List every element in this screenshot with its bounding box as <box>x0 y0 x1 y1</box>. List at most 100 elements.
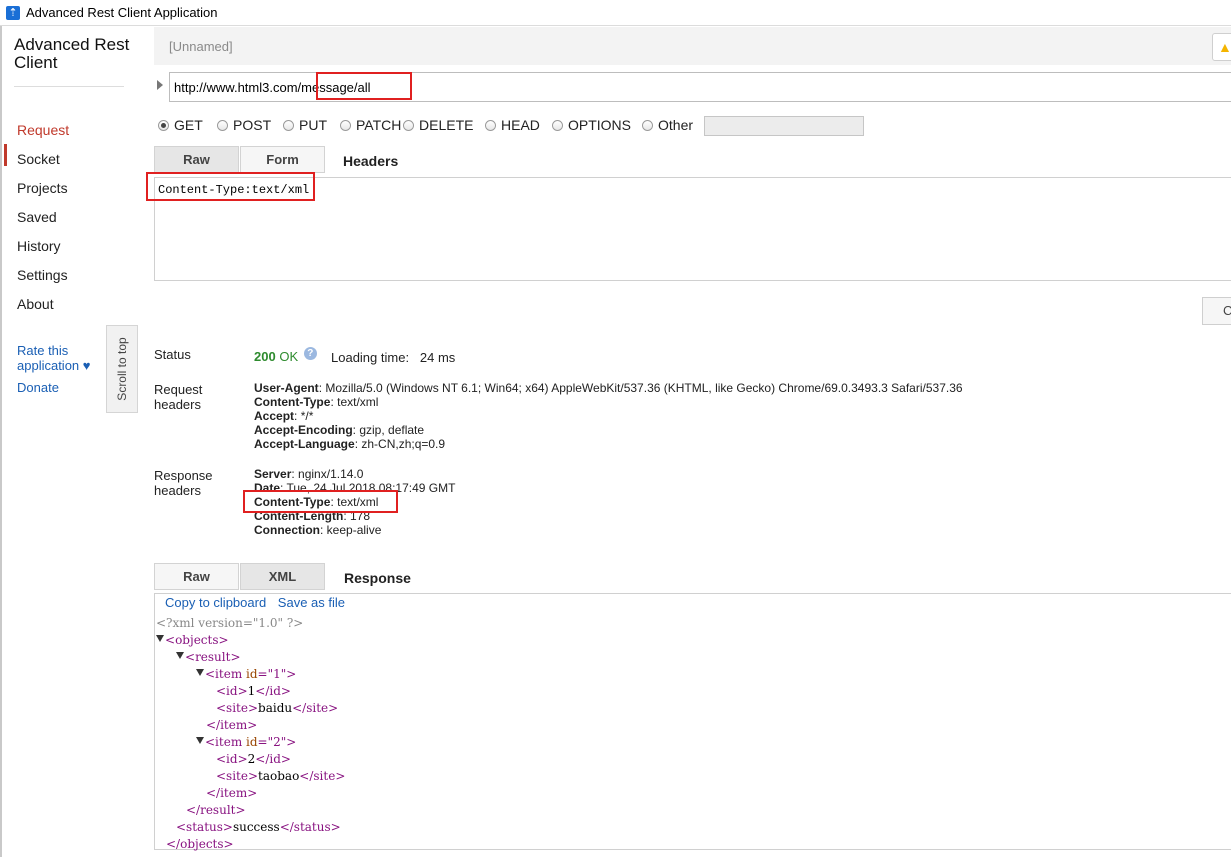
tab-xml[interactable]: XML <box>240 563 325 590</box>
donate-link[interactable]: Donate <box>17 380 59 395</box>
headers-tabs: Raw Form <box>154 146 325 173</box>
method-label: HEAD <box>501 117 540 133</box>
method-label: GET <box>174 117 203 133</box>
header-name: Content-Length <box>254 509 344 523</box>
loading-time-value: 24 ms <box>419 350 456 365</box>
xml-attr-value: 2 <box>273 735 281 749</box>
method-label: POST <box>233 117 272 133</box>
header-name: Accept-Language <box>254 437 355 451</box>
divider <box>14 86 124 87</box>
response-heading: Response <box>344 570 411 586</box>
sidebar: Advanced Rest Client Request Socket Proj… <box>2 26 140 857</box>
collapse-triangle-icon[interactable] <box>156 635 164 642</box>
radio-button[interactable] <box>283 119 294 131</box>
request-name[interactable]: [Unnamed] <box>169 39 233 54</box>
url-input[interactable] <box>169 72 1231 102</box>
tab-raw[interactable]: Raw <box>154 146 239 173</box>
header-value: Tue, 24 Jul 2018 08:17:49 GMT <box>286 481 456 495</box>
radio-button[interactable] <box>217 119 228 131</box>
radio-button[interactable] <box>642 119 653 131</box>
header-row: Server: nginx/1.14.0 <box>254 467 364 481</box>
xml-node-result-close: </result> <box>186 803 246 817</box>
xml-declaration: <?xml version="1.0" ?> <box>156 616 304 630</box>
header-row: Content-Length: 178 <box>254 509 371 523</box>
response-actions: Copy to clipboard Save as file <box>165 595 353 610</box>
sidebar-item-saved[interactable]: Saved <box>17 209 57 225</box>
header-row: Date: Tue, 24 Jul 2018 08:17:49 GMT <box>254 481 456 495</box>
collapse-triangle-icon[interactable] <box>196 737 204 744</box>
request-name-bar: [Unnamed] ▲ <box>154 27 1231 65</box>
xml-text: success <box>232 820 280 834</box>
header-name: Content-Type <box>254 495 331 509</box>
header-row: Content-Type: text/xml <box>254 395 379 409</box>
method-put[interactable]: PUT <box>283 117 327 133</box>
sidebar-item-projects[interactable]: Projects <box>17 180 68 196</box>
status-code: 200 OK ? <box>254 347 317 364</box>
method-label: OPTIONS <box>568 117 632 133</box>
request-headers-list: User-Agent: Mozilla/5.0 (Windows NT 6.1;… <box>254 381 963 451</box>
method-options[interactable]: OPTIONS <box>552 117 631 133</box>
header-row: Accept: */* <box>254 409 314 423</box>
xml-tag-name: objects <box>175 633 219 647</box>
method-head[interactable]: HEAD <box>485 117 540 133</box>
sidebar-item-request[interactable]: Request <box>17 122 69 138</box>
save-as-file-link[interactable]: Save as file <box>278 595 345 610</box>
method-delete[interactable]: DELETE <box>403 117 473 133</box>
status-code-number: 200 <box>254 349 276 364</box>
xml-tag-name: result <box>195 650 231 664</box>
radio-button[interactable] <box>552 119 563 131</box>
sidebar-item-socket[interactable]: Socket <box>17 151 60 167</box>
collapse-triangle-icon[interactable] <box>196 669 204 676</box>
loading-time: Loading time: 24 ms <box>331 350 455 365</box>
xml-node-site: <site>taobao</site> <box>216 769 346 783</box>
sidebar-item-history[interactable]: History <box>17 238 61 254</box>
xml-node-objects[interactable]: <objects> <box>156 632 345 649</box>
header-value: Mozilla/5.0 (Windows NT 6.1; Win64; x64)… <box>325 381 963 395</box>
radio-button[interactable] <box>158 119 169 131</box>
xml-node-result[interactable]: <result> <box>156 649 345 666</box>
rate-app-link[interactable]: Rate this application ♥ <box>17 343 97 373</box>
sidebar-item-settings[interactable]: Settings <box>17 267 68 283</box>
header-name: Accept-Encoding <box>254 423 353 437</box>
send-button[interactable]: C <box>1202 297 1231 325</box>
header-value: 178 <box>349 509 371 523</box>
status-label: Status <box>154 347 191 362</box>
tab-form[interactable]: Form <box>240 146 325 173</box>
xml-text: taobao <box>258 769 300 783</box>
header-name: Connection <box>254 523 320 537</box>
copy-to-clipboard-link[interactable]: Copy to clipboard <box>165 595 266 610</box>
header-row: Accept-Language: zh-CN,zh;q=0.9 <box>254 437 446 451</box>
sidebar-item-about[interactable]: About <box>17 296 54 312</box>
xml-node-id: <id>2</id> <box>216 752 291 766</box>
method-patch[interactable]: PATCH <box>340 117 401 133</box>
header-value: text/xml <box>337 395 379 409</box>
url-expand-toggle[interactable] <box>157 80 163 90</box>
active-indicator <box>4 144 7 166</box>
radio-button[interactable] <box>403 119 414 131</box>
header-name: Server <box>254 467 292 481</box>
window-titlebar: ⇡ Advanced Rest Client Application <box>0 0 1231 26</box>
xml-node-item[interactable]: <item id="2"> <box>156 734 345 751</box>
tab-raw-response[interactable]: Raw <box>154 563 239 590</box>
headers-heading: Headers <box>343 153 399 169</box>
help-icon[interactable]: ? <box>303 347 317 360</box>
response-headers-label: Response headers <box>154 468 213 498</box>
radio-button[interactable] <box>340 119 351 131</box>
xml-node-objects-close: </objects> <box>166 837 234 851</box>
collapse-triangle-icon[interactable] <box>176 652 184 659</box>
drive-button[interactable]: ▲ <box>1212 33 1231 61</box>
xml-node-item[interactable]: <item id="1"> <box>156 666 345 683</box>
method-get[interactable]: GET <box>158 117 203 133</box>
xml-node-item-close: </item> <box>206 786 258 800</box>
header-name: User-Agent <box>254 381 319 395</box>
method-other[interactable]: Other <box>642 117 693 133</box>
headers-editor[interactable]: Content-Type:text/xml <box>154 177 1231 281</box>
response-headers-list: Server: nginx/1.14.0 Date: Tue, 24 Jul 2… <box>254 467 455 537</box>
method-label: PATCH <box>356 117 402 133</box>
other-method-input[interactable] <box>704 116 864 136</box>
radio-button[interactable] <box>485 119 496 131</box>
header-value: gzip, deflate <box>359 423 425 437</box>
scroll-to-top-button[interactable]: Scroll to top <box>106 325 138 413</box>
xml-viewer: <?xml version="1.0" ?> <objects> <result… <box>156 615 345 853</box>
method-post[interactable]: POST <box>217 117 271 133</box>
